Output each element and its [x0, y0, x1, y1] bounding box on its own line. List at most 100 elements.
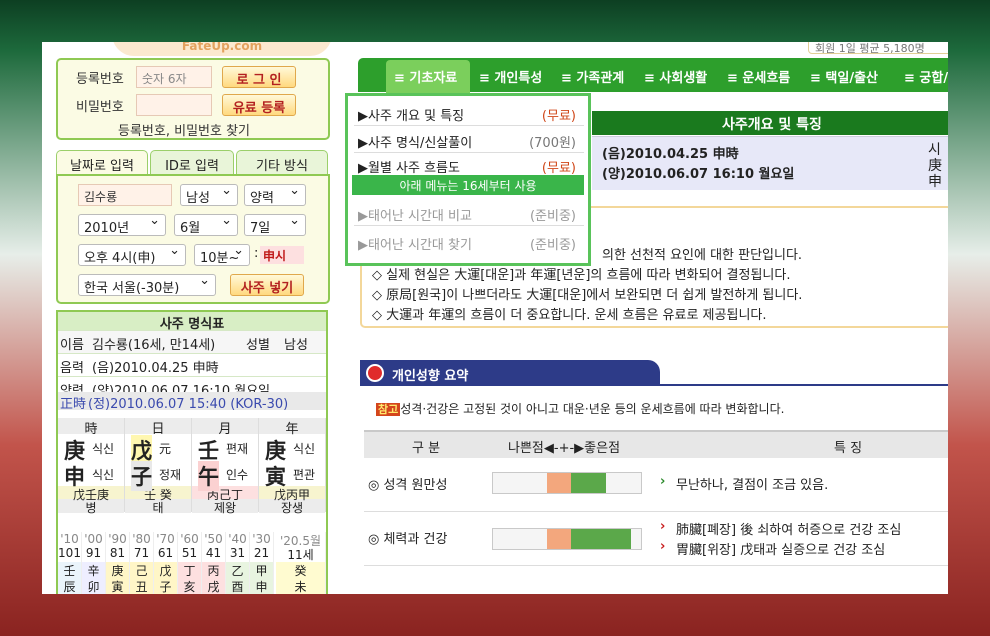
daeun-branch: 子 — [154, 578, 177, 594]
daeun-col-8[interactable]: '30 21 甲申 — [250, 532, 274, 594]
pw-input[interactable] — [136, 94, 212, 116]
menu-item-overview[interactable]: ▶사주 개요 및 특징 (무료) — [354, 102, 584, 126]
daeun-branch: 丑 — [130, 578, 153, 594]
col-scale: 나쁜점◀-+-▶좋은점 — [508, 441, 621, 456]
pillar-branch-god: 식신 — [92, 468, 115, 482]
location-select[interactable]: 한국 서울(-30분) — [78, 273, 216, 296]
name-input[interactable]: 김수룡 — [78, 184, 172, 206]
pillar-branch: 子 — [131, 461, 152, 491]
daeun-col-9[interactable]: '20.5월 11세 癸未 — [276, 532, 326, 594]
nav-date-birth[interactable]: ≡ 택일/출산 — [810, 67, 878, 86]
daeun-stem: 己 — [130, 562, 153, 578]
name-label: 이름 — [60, 338, 84, 353]
pillar-branch-god: 인수 — [226, 468, 249, 482]
daeun-stem: 丙 — [202, 562, 225, 578]
daeun-branch: 未 — [276, 578, 325, 594]
lunar-value: (음)2010.04.25 申時 — [92, 361, 219, 376]
gender-select[interactable]: 남성 — [180, 183, 238, 206]
trait-arrow-icon: › — [660, 474, 666, 489]
age-notice-bar: 아래 메뉴는 16세부터 사용 — [352, 175, 584, 195]
trait-arrow-icon: › — [660, 519, 666, 534]
basic-data-dropdown: ▶사주 개요 및 특징 (무료) ▶사주 명식/신살풀이 (700원) ▶월별 사주… — [345, 93, 591, 266]
tab-date-input[interactable]: 날짜로 입력 — [56, 150, 148, 176]
daeun-stem: 甲 — [250, 562, 273, 578]
daeun-age: 61 — [157, 546, 174, 560]
col-feature: 특 징 — [834, 441, 863, 456]
daeun-age: 11세 — [287, 548, 314, 562]
daeun-branch: 卯 — [82, 578, 105, 594]
hour-tag: 申시 — [260, 246, 304, 264]
bullet-icon — [366, 364, 384, 382]
daeun-stem: 壬 — [58, 562, 81, 578]
menu-item-myeongsik[interactable]: ▶사주 명식/신살풀이 (700원) — [354, 129, 584, 153]
trait-feature: 肺臟[폐장] 後 쇠하여 허증으로 건강 조심 — [676, 523, 902, 538]
name-value: 김수룡(16세, 만14세) — [92, 338, 216, 353]
site-logo[interactable]: FateUp.com — [112, 42, 332, 56]
daeun-age: 31 — [229, 546, 246, 560]
daeun-col-0[interactable]: '10 101 壬辰 — [58, 532, 82, 594]
header-underline — [360, 384, 948, 386]
lunar-label: 음력 — [60, 361, 84, 376]
daeun-stem: 乙 — [226, 562, 249, 578]
daeun-age: 81 — [109, 546, 126, 560]
tab-id-input[interactable]: ID로 입력 — [150, 150, 234, 176]
daeun-branch: 酉 — [226, 578, 249, 594]
visitor-stat: 회원 1일 평균 5,180명 — [808, 42, 948, 54]
nav-fortune-flow[interactable]: ≡ 운세흐름 — [727, 67, 790, 86]
trait-row: ◎ 체력과 건강 › 肺臟[폐장] 後 쇠하여 허증으로 건강 조심 › 胃臟[위장] … — [364, 514, 948, 566]
year-select[interactable]: 2010년 — [78, 213, 166, 236]
daeun-year: '80 — [132, 532, 151, 546]
saju-chart-title: 사주 명식표 — [58, 312, 326, 332]
daeun-col-3[interactable]: '80 71 己丑 — [130, 532, 154, 594]
login-button[interactable]: 로 그 인 — [222, 66, 296, 88]
id-input[interactable]: 숫자 6자 — [136, 66, 212, 88]
daeun-col-1[interactable]: '00 91 辛卯 — [82, 532, 106, 594]
daeun-year: '50 — [204, 532, 223, 546]
pillar-branch: 申 — [64, 465, 85, 489]
daeun-branch: 亥 — [178, 578, 201, 594]
daeun-col-6[interactable]: '50 41 丙戌 — [202, 532, 226, 594]
daeun-branch: 申 — [250, 578, 273, 594]
minute-select[interactable]: 10분~ — [194, 243, 250, 266]
tab-other-method[interactable]: 기타 방식 — [236, 150, 328, 176]
pillar-stage: 태 — [125, 499, 191, 515]
nav-basic-data[interactable]: ≡ 기초자료 — [394, 67, 457, 86]
daeun-col-7[interactable]: '40 31 乙酉 — [226, 532, 250, 594]
trait-feature: 胃臟[위장] 戊태과 실증으로 건강 조심 — [676, 543, 886, 558]
nav-personal-traits[interactable]: ≡ 개인특성 — [479, 67, 542, 86]
month-select[interactable]: 6월 — [174, 213, 238, 236]
note-line-0: 의한 선천적 요인에 대한 판단입니다. — [602, 248, 803, 263]
nav-family[interactable]: ≡ 가족관계 — [561, 67, 624, 86]
pillar-branch-god: 편관 — [293, 468, 316, 482]
trait-arrow-icon: › — [660, 539, 666, 554]
daeun-age: 71 — [133, 546, 150, 560]
daeun-col-2[interactable]: '90 81 庚寅 — [106, 532, 130, 594]
daeun-stem: 辛 — [82, 562, 105, 578]
daeun-age: 41 — [205, 546, 222, 560]
daeun-age: 51 — [181, 546, 198, 560]
daeun-col-5[interactable]: '60 51 丁亥 — [178, 532, 202, 594]
personal-summary-title: 개인성향 요약 — [392, 369, 469, 384]
hour-select[interactable]: 오후 4시(申) — [78, 243, 186, 266]
trait-score-bar — [492, 472, 642, 494]
note-tag: 참고 — [376, 403, 401, 416]
personal-note: 참고 성격·건강은 고정된 것이 아니고 대운·년운 등의 운세흐름에 따라 변화… — [376, 400, 784, 417]
pillar-1: 日戊元子 정재 壬 癸태 — [125, 418, 192, 515]
day-select[interactable]: 7일 — [244, 213, 306, 236]
daeun-year: '30 — [252, 532, 271, 546]
nav-social-life[interactable]: ≡ 사회생활 — [644, 67, 707, 86]
trait-label: ◎ 성격 원만성 — [368, 478, 448, 493]
calendar-select[interactable]: 양력 — [244, 183, 306, 206]
daeun-stem: 丁 — [178, 562, 201, 578]
daeun-year: '10 — [60, 532, 79, 546]
find-account-link[interactable]: 등록번호, 비밀번호 찾기 — [118, 120, 250, 139]
daeun-col-4[interactable]: '70 61 戊子 — [154, 532, 178, 594]
daeun-year: '40 — [228, 532, 247, 546]
login-box: 등록번호 숫자 6자 로 그 인 비밀번호 유료 등록 등록번호, 비밀번호 찾… — [56, 58, 330, 140]
submit-saju-button[interactable]: 사주 넣기 — [230, 274, 304, 296]
daeun-year: '20.5월 — [279, 534, 322, 548]
register-button[interactable]: 유료 등록 — [222, 94, 296, 116]
daeun-year: '70 — [156, 532, 175, 546]
trait-feature: 무난하나, 결점이 조금 있음. — [676, 478, 829, 493]
nav-compat-naming[interactable]: ≡ 궁합/작명 — [904, 67, 948, 86]
